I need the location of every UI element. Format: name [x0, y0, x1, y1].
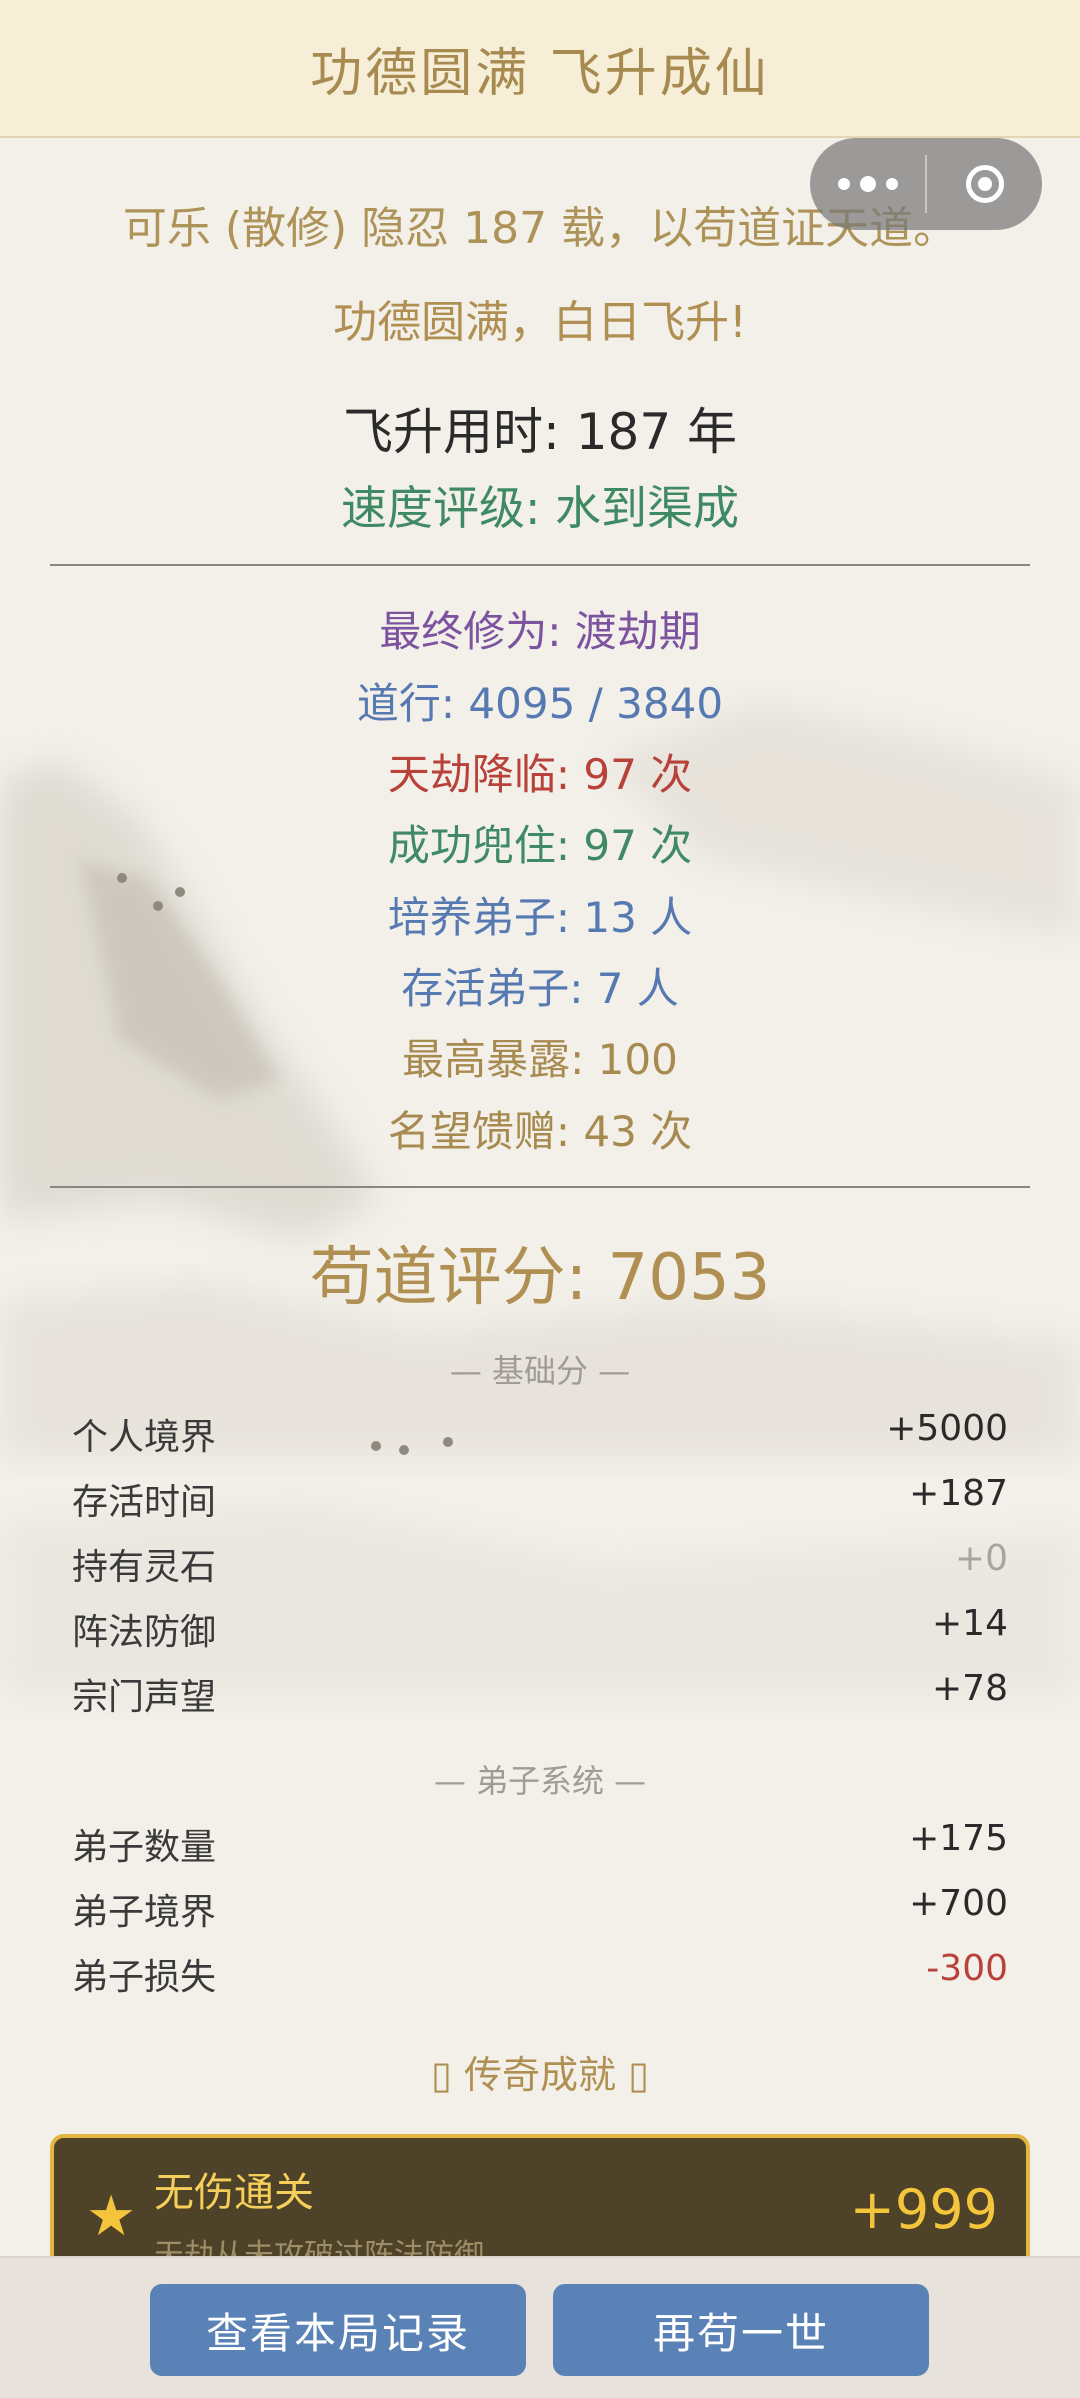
stat-disciples-alive: 存活弟子: 7 人	[401, 964, 679, 1013]
ink-landscape-background	[0, 0, 1080, 2398]
achievement-points: +999	[849, 2178, 998, 2241]
score-row: 个人境界 +5000	[72, 1408, 1008, 1460]
score-row-label: 弟子损失	[72, 1957, 217, 1998]
section-label-disciples: — 弟子系统 —	[433, 1762, 647, 1800]
play-again-button[interactable]: 再苟一世	[553, 2284, 929, 2376]
stat-fame-gifts: 名望馈赠: 43 次	[387, 1107, 693, 1156]
score-row-value: +5000	[886, 1408, 1008, 1449]
score-row-value: +14	[932, 1603, 1008, 1644]
page-header: 功德圆满 飞升成仙	[0, 0, 1080, 138]
ascension-text: 功德圆满，白日飞升!	[333, 297, 747, 348]
score-row-value: +0	[954, 1538, 1008, 1579]
score-row: 持有灵石 +0	[72, 1538, 1008, 1590]
score-row: 弟子境界 +700	[72, 1883, 1008, 1935]
score-row: 弟子数量 +175	[72, 1818, 1008, 1870]
score-row: 弟子损失 -300	[72, 1948, 1008, 2000]
stat-max-exposure: 最高暴露: 100	[402, 1035, 678, 1084]
page-title: 功德圆满 飞升成仙	[310, 43, 770, 104]
score-row-value: +78	[932, 1668, 1008, 1709]
divider	[50, 564, 1030, 566]
more-dots-icon[interactable]	[810, 176, 925, 192]
score-row-label: 弟子境界	[72, 1892, 217, 1933]
speed-rating: 速度评级: 水到渠成	[340, 481, 740, 535]
section-label-base: — 基础分 —	[449, 1352, 631, 1390]
divider	[50, 1186, 1030, 1188]
score-row: 存活时间 +187	[72, 1473, 1008, 1525]
bottom-action-bar: 查看本局记录 再苟一世	[0, 2256, 1080, 2398]
score-row-label: 持有灵石	[72, 1547, 217, 1588]
score-row-label: 弟子数量	[72, 1827, 217, 1868]
ascension-time: 飞升用时: 187 年	[342, 403, 738, 461]
view-record-button[interactable]: 查看本局记录	[150, 2284, 526, 2376]
stat-survived: 成功兜住: 97 次	[387, 821, 693, 870]
score-row-value: -300	[926, 1948, 1008, 1989]
stat-disciples-trained: 培养弟子: 13 人	[387, 893, 693, 942]
score-row-label: 存活时间	[72, 1482, 217, 1523]
score-row-label: 宗门声望	[72, 1677, 217, 1718]
achievement-name: 无伤通关	[154, 2170, 314, 2216]
stat-tribulations: 天劫降临: 97 次	[387, 750, 693, 799]
target-close-icon[interactable]	[927, 165, 1042, 203]
score-row: 宗门声望 +78	[72, 1668, 1008, 1720]
score-row-value: +175	[909, 1818, 1008, 1859]
score-row-value: +187	[909, 1473, 1008, 1514]
achievements-label: ▯ 传奇成就 ▯	[431, 2053, 649, 2097]
stat-dao-progress: 道行: 4095 / 3840	[356, 679, 724, 728]
score-row-value: +700	[909, 1883, 1008, 1924]
score-row-label: 个人境界	[72, 1417, 217, 1458]
star-icon: ★	[86, 2184, 137, 2249]
stat-final-realm: 最终修为: 渡劫期	[379, 607, 701, 656]
score-row: 阵法防御 +14	[72, 1603, 1008, 1655]
miniprogram-capsule	[810, 138, 1042, 230]
score-row-label: 阵法防御	[72, 1612, 217, 1653]
total-score: 苟道评分: 7053	[309, 1241, 771, 1315]
